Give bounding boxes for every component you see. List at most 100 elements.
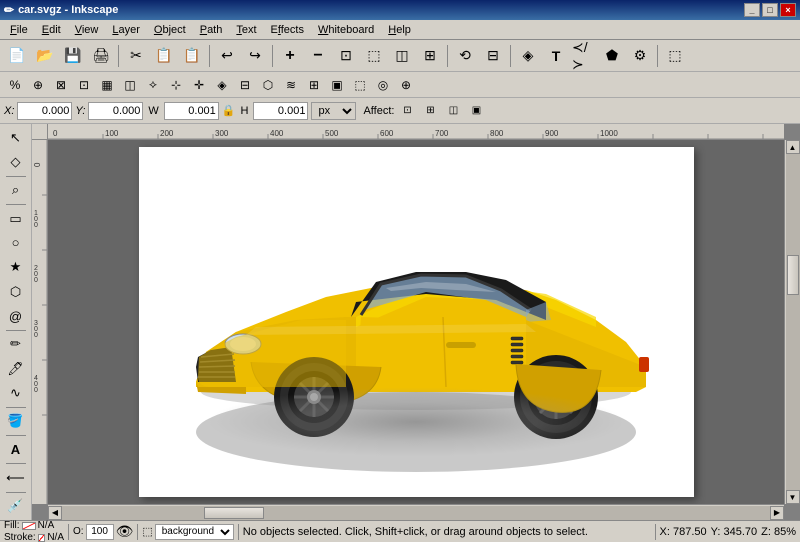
scroll-thumb-vertical[interactable] <box>787 255 799 295</box>
zoom-drawing-button[interactable]: ◫ <box>389 43 415 69</box>
star-tool[interactable]: ★ <box>4 256 28 279</box>
calligraphy-tool[interactable]: ∿ <box>4 381 28 404</box>
node-editor-button[interactable]: ◈ <box>515 43 541 69</box>
zoom-in-button[interactable]: + <box>277 43 303 69</box>
save-button[interactable]: 💾 <box>60 43 86 69</box>
print-button[interactable]: 🖨 <box>88 43 114 69</box>
scroll-track-vertical[interactable] <box>786 154 800 490</box>
align-button[interactable]: ⊟ <box>480 43 506 69</box>
zoom-page-button[interactable]: ⬚ <box>361 43 387 69</box>
affect-btn-3[interactable]: ◫ <box>443 101 463 121</box>
snap-btn-16[interactable]: ⬚ <box>349 74 371 96</box>
snap-btn-18[interactable]: ⊕ <box>395 74 417 96</box>
snap-btn-15[interactable]: ▣ <box>326 74 348 96</box>
snap-btn-3[interactable]: ⊠ <box>50 74 72 96</box>
pen-tool[interactable]: 🖊 <box>4 357 28 380</box>
menu-effects[interactable]: Effects <box>265 22 310 38</box>
layer-select[interactable]: background <box>155 524 234 540</box>
affect-btn-4[interactable]: ▣ <box>466 101 486 121</box>
scroll-up-button[interactable]: ▲ <box>786 140 800 154</box>
scroll-right-button[interactable]: ▶ <box>770 506 784 520</box>
select-tool[interactable]: ↖ <box>4 126 28 149</box>
w-input[interactable] <box>164 102 219 120</box>
stroke-color-box[interactable] <box>38 534 46 542</box>
menu-help[interactable]: Help <box>382 22 417 38</box>
fill-color-box[interactable] <box>22 522 36 530</box>
y-input[interactable] <box>88 102 143 120</box>
left-toolbar-sep-5 <box>6 435 26 436</box>
new-button[interactable]: 📄 <box>4 43 30 69</box>
svg-text:0: 0 <box>53 129 58 138</box>
opacity-control: O: 👁 <box>73 523 133 540</box>
snap-btn-11[interactable]: ⊟ <box>234 74 256 96</box>
node-tool[interactable]: ◇ <box>4 150 28 173</box>
scroll-down-button[interactable]: ▼ <box>786 490 800 504</box>
snap-btn-17[interactable]: ◎ <box>372 74 394 96</box>
document-canvas[interactable] <box>48 140 784 504</box>
3dbox-tool[interactable]: ⬡ <box>4 280 28 303</box>
menu-text[interactable]: Text <box>230 22 262 38</box>
cut-button[interactable]: ✂ <box>123 43 149 69</box>
eye-icon[interactable]: 👁 <box>116 523 134 540</box>
snap-btn-13[interactable]: ≋ <box>280 74 302 96</box>
xml-editor-button[interactable]: ≺/≻ <box>571 43 597 69</box>
eyedropper-tool[interactable]: 💉 <box>4 495 28 518</box>
copy-button[interactable]: 📋 <box>151 43 177 69</box>
menu-whiteboard[interactable]: Whiteboard <box>312 22 380 38</box>
svg-text:100: 100 <box>105 129 119 138</box>
opacity-input[interactable] <box>86 524 114 540</box>
zoom-tool[interactable]: ⌕ <box>4 179 28 202</box>
transform-button[interactable]: ⟲ <box>452 43 478 69</box>
x-input[interactable] <box>17 102 72 120</box>
paste-button[interactable]: 📋 <box>179 43 205 69</box>
snap-btn-14[interactable]: ⊞ <box>303 74 325 96</box>
zoom-select-button[interactable]: ⊞ <box>417 43 443 69</box>
snap-btn-9[interactable]: ✛ <box>188 74 210 96</box>
snap-btn-10[interactable]: ◈ <box>211 74 233 96</box>
menu-path[interactable]: Path <box>194 22 229 38</box>
svg-text:800: 800 <box>490 129 504 138</box>
snap-btn-4[interactable]: ⊡ <box>73 74 95 96</box>
fill-stroke-button[interactable]: ⬟ <box>599 43 625 69</box>
affect-btn-2[interactable]: ⊞ <box>420 101 440 121</box>
canvas-area[interactable]: 0 100 200 300 400 500 600 700 80 <box>32 124 800 520</box>
scroll-left-button[interactable]: ◀ <box>48 506 62 520</box>
h-input[interactable] <box>253 102 308 120</box>
menu-view[interactable]: View <box>69 22 105 38</box>
snap-btn-12[interactable]: ⬡ <box>257 74 279 96</box>
snap-btn-7[interactable]: ⟡ <box>142 74 164 96</box>
circle-tool[interactable]: ○ <box>4 231 28 254</box>
connector-tool[interactable]: ⟵ <box>4 466 28 489</box>
text-tool[interactable]: A <box>4 438 28 461</box>
menu-layer[interactable]: Layer <box>106 22 146 38</box>
menu-object[interactable]: Object <box>148 22 192 38</box>
snap-btn-2[interactable]: ⊕ <box>27 74 49 96</box>
close-button[interactable]: × <box>780 3 796 17</box>
menu-file[interactable]: File <box>4 22 34 38</box>
undo-button[interactable]: ↩ <box>214 43 240 69</box>
spiral-tool[interactable]: @ <box>4 304 28 327</box>
minimize-button[interactable]: _ <box>744 3 760 17</box>
text-tool-button[interactable]: T <box>543 43 569 69</box>
zoom-out-button[interactable]: − <box>305 43 331 69</box>
scroll-track-horizontal[interactable] <box>62 506 770 520</box>
scroll-thumb-horizontal[interactable] <box>204 507 264 519</box>
affect-btn-1[interactable]: ⊡ <box>397 101 417 121</box>
snap-btn-5[interactable]: ▦ <box>96 74 118 96</box>
zoom-fit-button[interactable]: ⊡ <box>333 43 359 69</box>
pencil-tool[interactable]: ✏ <box>4 333 28 356</box>
extra-btn[interactable]: ⬚ <box>662 43 688 69</box>
open-button[interactable]: 📂 <box>32 43 58 69</box>
fill-tool[interactable]: 🪣 <box>4 410 28 433</box>
snap-btn-1[interactable]: % <box>4 74 26 96</box>
snap-btn-6[interactable]: ◫ <box>119 74 141 96</box>
snap-btn-8[interactable]: ⊹ <box>165 74 187 96</box>
unit-select[interactable]: px mm cm in <box>311 102 356 120</box>
zoom-level: Z: 85% <box>761 526 796 538</box>
lock-icon[interactable]: 🔒 <box>222 104 236 117</box>
maximize-button[interactable]: □ <box>762 3 778 17</box>
redo-button[interactable]: ↪ <box>242 43 268 69</box>
menu-edit[interactable]: Edit <box>36 22 67 38</box>
document-properties-button[interactable]: ⚙ <box>627 43 653 69</box>
rect-tool[interactable]: ▭ <box>4 207 28 230</box>
